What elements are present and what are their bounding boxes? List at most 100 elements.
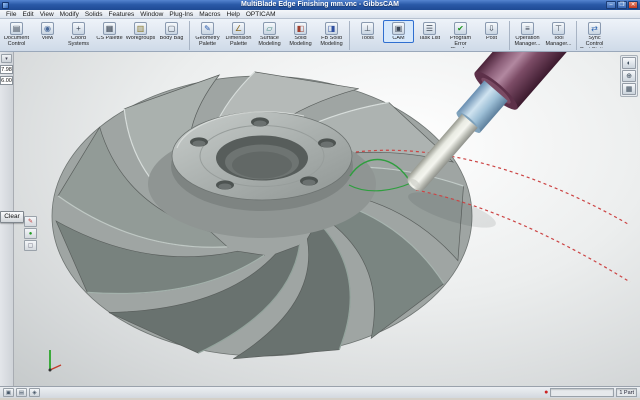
close-button[interactable]: ✕ <box>628 1 638 9</box>
toolbar-button-fb-solid-modeling[interactable]: ◨FB Solid Modeling <box>316 20 347 49</box>
toolbar-button-document-control[interactable]: ▤Document Control <box>1 20 32 49</box>
toolbar-label: Coord Systems <box>64 36 93 48</box>
toolbar-separator <box>349 21 350 50</box>
toolbar-label: Surface Modeling <box>255 36 284 48</box>
axis-triad <box>49 350 62 372</box>
toolbar-button-geometry-palette[interactable]: ✎Geometry Palette <box>192 20 223 49</box>
post-icon: ⇩ <box>485 22 498 35</box>
menu-opticam[interactable]: OPTICAM <box>243 10 279 19</box>
toolbar-label: Workgroups <box>126 36 156 42</box>
viewport-3d[interactable]: ◐ ⊕ ▦ <box>14 52 640 386</box>
toolbar-label: Operation Manager... <box>513 36 542 48</box>
main-toolbar: ▤Document Control ◉View +Coord Systems ▦… <box>0 19 640 52</box>
toolbar-label: Sync Control Part Station <box>580 36 609 48</box>
toolbar-button-sync-control[interactable]: ⇄Sync Control Part Station <box>579 20 610 49</box>
view-icon: ◉ <box>41 22 54 35</box>
status-bar: ▣ ▤ ◈ ● 1 Part <box>0 386 640 398</box>
toolbar-separator <box>509 21 510 50</box>
toolbar-label: Tool Manager... <box>544 36 573 48</box>
sidebar-value-bottom[interactable]: 6.00 <box>0 76 13 85</box>
body-bag-icon: ▢ <box>165 22 178 35</box>
fb-solid-modeling-icon: ◨ <box>325 22 338 35</box>
toolbar-button-cs-palette[interactable]: ▦CS Palette <box>94 20 125 43</box>
marker-green-icon[interactable]: ● <box>24 228 37 239</box>
grid-icon[interactable]: ▦ <box>622 83 636 95</box>
solid-modeling-icon: ◧ <box>294 22 307 35</box>
toolbar-button-operation-manager[interactable]: ≡Operation Manager... <box>512 20 543 49</box>
toolbar-button-solid-modeling[interactable]: ◧Solid Modeling <box>285 20 316 49</box>
zoom-icon[interactable]: ◐ <box>622 57 636 69</box>
stop-icon: ● <box>544 388 548 397</box>
toolbar-label: Post <box>486 36 497 42</box>
menu-macros[interactable]: Macros <box>196 10 223 19</box>
toolbar-button-workgroups[interactable]: ▥Workgroups <box>125 20 156 43</box>
toolbar-label: Dimension Palette <box>224 36 253 48</box>
cam-icon: ▣ <box>392 22 405 35</box>
status-icon-1[interactable]: ▣ <box>3 388 14 397</box>
toolbar-separator <box>576 21 577 50</box>
document-control-icon: ▤ <box>10 22 23 35</box>
rotate-icon[interactable]: ⊕ <box>622 70 636 82</box>
status-field <box>550 388 614 397</box>
view-palette: ◐ ⊕ ▦ <box>620 55 638 97</box>
clear-button[interactable]: Clear <box>0 211 24 223</box>
toolbar-label: Task List <box>419 36 440 42</box>
window-title: MultiBlade Edge Finishing mm.vnc - Gibbs… <box>0 0 640 10</box>
menu-file[interactable]: File <box>3 10 19 19</box>
toolbar-button-dimension-palette[interactable]: ∠Dimension Palette <box>223 20 254 49</box>
toolbar-button-program-error-checker[interactable]: ✔Program Error Checker <box>445 20 476 49</box>
sidebar-value-top[interactable]: 7.98 <box>0 65 13 74</box>
toolbar-label: Geometry Palette <box>193 36 222 48</box>
toolbar-button-tools[interactable]: ⊥Tools <box>352 20 383 43</box>
menu-modify[interactable]: Modify <box>57 10 82 19</box>
workgroup-palette: ✎ ● ▢ <box>24 216 37 251</box>
tool-manager-icon: ⊤ <box>552 22 565 35</box>
toolbar-button-post[interactable]: ⇩Post <box>476 20 507 43</box>
toolbar-separator <box>189 21 190 50</box>
menu-bar: File Edit View Modify Solids Features Wi… <box>0 10 640 19</box>
task-list-icon: ☰ <box>423 22 436 35</box>
toolbar-label: CS Palette <box>96 36 122 42</box>
part-count-label: 1 Part <box>616 388 637 397</box>
cs-palette-icon: ▦ <box>103 22 116 35</box>
status-icon-2[interactable]: ▤ <box>16 388 27 397</box>
toolbar-label: View <box>42 36 54 42</box>
menu-plugins[interactable]: Plug-Ins <box>166 10 196 19</box>
scene-3d <box>14 52 639 386</box>
surface-modeling-icon: ▱ <box>263 22 276 35</box>
dimension-palette-icon: ∠ <box>232 22 245 35</box>
menu-solids[interactable]: Solids <box>82 10 106 19</box>
marker-gray-icon[interactable]: ▢ <box>24 240 37 251</box>
tools-icon: ⊥ <box>361 22 374 35</box>
toolbar-label: Solid Modeling <box>286 36 315 48</box>
menu-view[interactable]: View <box>37 10 57 19</box>
marker-red-icon[interactable]: ✎ <box>24 216 37 227</box>
menu-window[interactable]: Window <box>137 10 166 19</box>
menu-help[interactable]: Help <box>224 10 243 19</box>
toolbar-button-body-bag[interactable]: ▢Body Bag <box>156 20 187 43</box>
toolbar-label: Body Bag <box>160 36 184 42</box>
status-icon-3[interactable]: ◈ <box>29 388 40 397</box>
geometry-palette-icon: ✎ <box>201 22 214 35</box>
toolbar-label: FB Solid Modeling <box>317 36 346 48</box>
toolbar-label: Program Error Checker <box>446 36 475 48</box>
program-error-checker-icon: ✔ <box>454 22 467 35</box>
impeller-model <box>52 72 472 359</box>
maximize-button[interactable]: ❐ <box>617 1 627 9</box>
toolbar-label: CAM <box>392 36 404 42</box>
title-bar: MultiBlade Edge Finishing mm.vnc - Gibbs… <box>0 0 640 10</box>
sidebar-mini-button[interactable]: ▾ <box>1 54 12 63</box>
toolbar-button-tool-manager[interactable]: ⊤Tool Manager... <box>543 20 574 49</box>
sync-control-icon: ⇄ <box>588 22 601 35</box>
toolbar-button-coord-systems[interactable]: +Coord Systems <box>63 20 94 49</box>
workgroups-icon: ▥ <box>134 22 147 35</box>
toolbar-button-view[interactable]: ◉View <box>32 20 63 43</box>
coord-systems-icon: + <box>72 22 85 35</box>
minimize-button[interactable]: – <box>606 1 616 9</box>
toolbar-button-cam[interactable]: ▣CAM <box>383 20 414 43</box>
toolbar-label: Document Control <box>2 36 31 48</box>
menu-features[interactable]: Features <box>106 10 138 19</box>
menu-edit[interactable]: Edit <box>19 10 36 19</box>
toolbar-button-task-list[interactable]: ☰Task List <box>414 20 445 43</box>
toolbar-button-surface-modeling[interactable]: ▱Surface Modeling <box>254 20 285 49</box>
